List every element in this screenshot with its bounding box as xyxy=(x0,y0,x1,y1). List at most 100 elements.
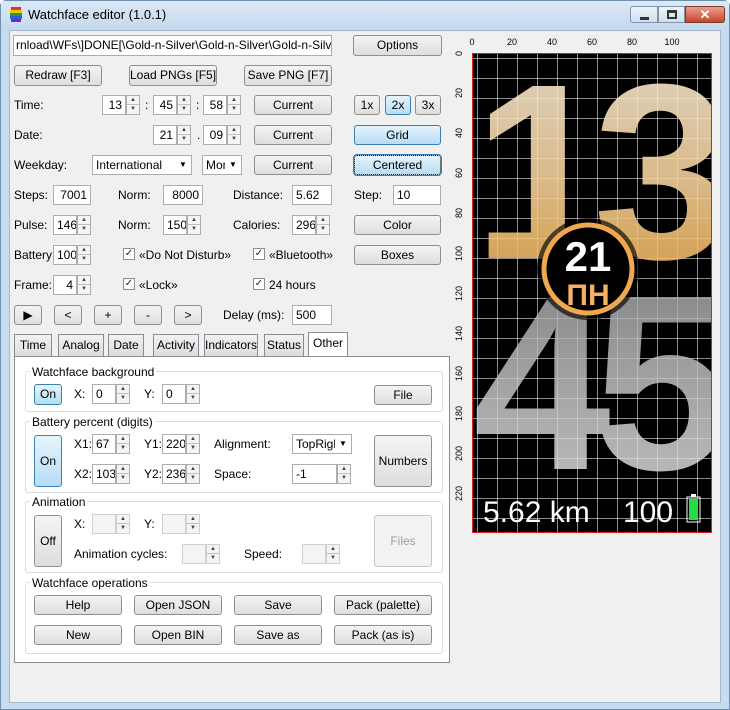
close-button[interactable]: ✕ xyxy=(685,6,725,23)
battery-spinner[interactable]: ▲ ▼ xyxy=(77,245,91,265)
distance-input[interactable]: 5.62 xyxy=(292,185,332,205)
bg-x-input[interactable]: 0 xyxy=(92,384,116,404)
time-hours-spinner[interactable]: ▲ ▼ xyxy=(126,95,140,115)
pulse-norm-spinner[interactable]: ▲ ▼ xyxy=(187,215,201,235)
grid-button[interactable]: Grid xyxy=(354,125,441,145)
time-seconds-input[interactable]: 58 xyxy=(203,95,227,115)
time-hours-input[interactable]: 13 xyxy=(102,95,126,115)
title-bar[interactable]: Watchface editor (1.0.1) ✕ xyxy=(1,1,729,29)
prev-frame-button[interactable]: < xyxy=(54,305,82,325)
new-button[interactable]: New xyxy=(34,625,122,645)
date-month-input[interactable]: 09 xyxy=(203,125,227,145)
steps-norm-input[interactable]: 8000 xyxy=(163,185,203,205)
load-pngs-button[interactable]: Load PNGs [F5] xyxy=(129,65,217,86)
frame-input[interactable]: 4 xyxy=(53,275,77,295)
zoom-3x-button[interactable]: 3x xyxy=(415,95,441,115)
tab-activity[interactable]: Activity xyxy=(153,334,199,356)
open-bin-button[interactable]: Open BIN xyxy=(134,625,222,645)
battery-y2-input[interactable]: 236 xyxy=(162,464,186,484)
calories-input[interactable]: 296 xyxy=(292,215,316,235)
hours24-checkbox[interactable]: ✓ xyxy=(253,278,265,290)
bg-file-button[interactable]: File xyxy=(374,385,432,405)
time-minutes-input[interactable]: 45 xyxy=(153,95,177,115)
date-day-spinner[interactable]: ▲ ▼ xyxy=(177,125,191,145)
save-as-button[interactable]: Save as xyxy=(234,625,322,645)
bg-y-spinner[interactable]: ▲ ▼ xyxy=(186,384,200,404)
space-input[interactable]: -1 xyxy=(292,464,337,484)
date-day-input[interactable]: 21 xyxy=(153,125,177,145)
animation-x-input[interactable] xyxy=(92,514,116,534)
numbers-button[interactable]: Numbers xyxy=(374,435,432,487)
bg-on-button[interactable]: On xyxy=(34,384,62,405)
frame-spinner[interactable]: ▲ ▼ xyxy=(77,275,91,295)
bg-x-spinner[interactable]: ▲ ▼ xyxy=(116,384,130,404)
battery-x2-spinner[interactable]: ▲ ▼ xyxy=(116,464,130,484)
animation-files-button[interactable]: Files xyxy=(374,515,432,567)
pack-as-is-button[interactable]: Pack (as is) xyxy=(334,625,432,645)
date-current-button[interactable]: Current xyxy=(254,125,332,145)
tab-other[interactable]: Other xyxy=(308,332,348,357)
steps-input[interactable]: 7001 xyxy=(53,185,91,205)
bg-y-input[interactable]: 0 xyxy=(162,384,186,404)
time-seconds-spinner[interactable]: ▲ ▼ xyxy=(227,95,241,115)
time-minutes-spinner[interactable]: ▲ ▼ xyxy=(177,95,191,115)
save-png-button[interactable]: Save PNG [F7] xyxy=(244,65,332,86)
battery-digits-on-button[interactable]: On xyxy=(34,435,62,487)
dnd-checkbox[interactable]: ✓ xyxy=(123,248,135,260)
animation-cycles-spinner[interactable]: ▲ ▼ xyxy=(206,544,220,564)
weekday-day-select[interactable]: Mon ▼ xyxy=(202,155,242,175)
tab-date[interactable]: Date xyxy=(108,334,144,356)
zoom-2x-button[interactable]: 2x xyxy=(385,95,411,115)
zoom-1x-button[interactable]: 1x xyxy=(354,95,380,115)
centered-button[interactable]: Centered xyxy=(353,154,442,176)
time-current-button[interactable]: Current xyxy=(254,95,332,115)
tab-time[interactable]: Time xyxy=(14,334,52,356)
tab-analog[interactable]: Analog xyxy=(58,334,104,356)
animation-speed-spinner[interactable]: ▲ ▼ xyxy=(326,544,340,564)
animation-off-button[interactable]: Off xyxy=(34,515,62,567)
battery-x1-input[interactable]: 67 xyxy=(92,434,116,454)
animation-x-spinner[interactable]: ▲ ▼ xyxy=(116,514,130,534)
help-button[interactable]: Help xyxy=(34,595,122,615)
calories-spinner[interactable]: ▲ ▼ xyxy=(316,215,330,235)
step-input[interactable]: 10 xyxy=(393,185,441,205)
lock-checkbox[interactable]: ✓ xyxy=(123,278,135,290)
save-button[interactable]: Save xyxy=(234,595,322,615)
redraw-button[interactable]: Redraw [F3] xyxy=(14,65,102,86)
battery-y2-spinner[interactable]: ▲ ▼ xyxy=(186,464,200,484)
pulse-spinner[interactable]: ▲ ▼ xyxy=(77,215,91,235)
battery-x1-spinner[interactable]: ▲ ▼ xyxy=(116,434,130,454)
weekday-current-button[interactable]: Current xyxy=(254,155,332,175)
weekday-mode-select[interactable]: International ▼ xyxy=(92,155,192,175)
remove-frame-button[interactable]: - xyxy=(134,305,162,325)
pack-palette-button[interactable]: Pack (palette) xyxy=(334,595,432,615)
open-json-button[interactable]: Open JSON xyxy=(134,595,222,615)
bluetooth-checkbox[interactable]: ✓ xyxy=(253,248,265,260)
file-path-field[interactable]: rnload\WFs\]DONE[\Gold-n-Silver\Gold-n-S… xyxy=(13,35,332,56)
watchface-preview[interactable]: 13 45 21 ПН 5.62 km 100 xyxy=(472,53,712,533)
maximize-button[interactable] xyxy=(658,6,685,23)
animation-speed-input[interactable] xyxy=(302,544,326,564)
animation-y-input[interactable] xyxy=(162,514,186,534)
minimize-button[interactable] xyxy=(630,6,658,23)
pulse-input[interactable]: 146 xyxy=(53,215,77,235)
alignment-select[interactable]: TopRight ▼ xyxy=(292,434,352,454)
play-button[interactable]: ▶ xyxy=(14,305,42,325)
battery-y1-input[interactable]: 220 xyxy=(162,434,186,454)
date-month-spinner[interactable]: ▲ ▼ xyxy=(227,125,241,145)
animation-y-spinner[interactable]: ▲ ▼ xyxy=(186,514,200,534)
battery-input[interactable]: 100 xyxy=(53,245,77,265)
delay-input[interactable]: 500 xyxy=(292,305,332,325)
tab-status[interactable]: Status xyxy=(264,334,304,356)
battery-x2-input[interactable]: 103 xyxy=(92,464,116,484)
pulse-norm-input[interactable]: 150 xyxy=(163,215,187,235)
battery-y1-spinner[interactable]: ▲ ▼ xyxy=(186,434,200,454)
color-button[interactable]: Color xyxy=(354,215,441,235)
animation-cycles-input[interactable] xyxy=(182,544,206,564)
boxes-button[interactable]: Boxes xyxy=(354,245,441,265)
next-frame-button[interactable]: > xyxy=(174,305,202,325)
space-spinner[interactable]: ▲ ▼ xyxy=(337,464,351,484)
add-frame-button[interactable]: + xyxy=(94,305,122,325)
options-button[interactable]: Options xyxy=(353,35,442,56)
tab-indicators[interactable]: Indicators xyxy=(204,334,258,356)
